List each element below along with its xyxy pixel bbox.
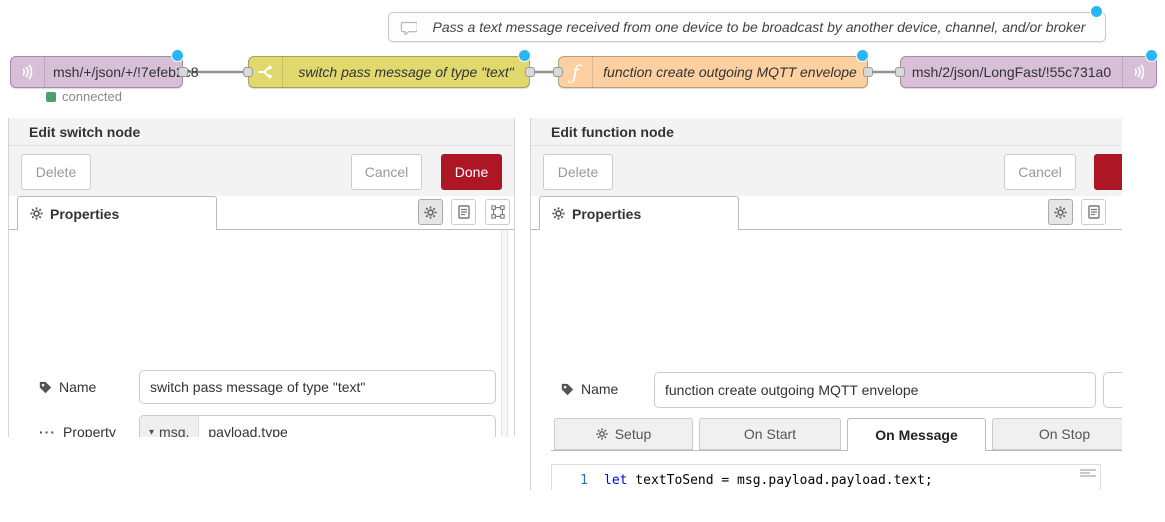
group-frame-icon	[491, 205, 505, 219]
icon-picker-button[interactable]	[1103, 372, 1122, 408]
panel-title: Edit function node	[531, 118, 1122, 146]
property-type-select[interactable]: ▾ msg.	[140, 416, 199, 437]
cancel-button[interactable]: Cancel	[351, 154, 422, 190]
gear-icon	[552, 207, 565, 220]
property-field-label: ··· Property	[39, 415, 116, 437]
name-input[interactable]	[654, 372, 1096, 408]
node-red-editor: Pass a text message received from one de…	[0, 0, 1165, 522]
line-number: 1	[552, 471, 604, 490]
settings-button[interactable]	[418, 199, 443, 225]
function-icon: ƒ	[559, 57, 593, 87]
output-port[interactable]	[863, 67, 873, 77]
modified-indicator	[1090, 5, 1103, 18]
input-port[interactable]	[553, 67, 563, 77]
modified-indicator	[171, 49, 184, 62]
cancel-button[interactable]: Cancel	[1004, 154, 1076, 190]
code-lines: 1let textToSend = msg.payload.payload.te…	[552, 471, 1100, 490]
edit-function-node-panel: Edit function node Delete Cancel Propert…	[530, 118, 1122, 490]
document-icon	[1088, 205, 1100, 219]
mqtt-in-node-status: connected	[46, 89, 122, 104]
gear-icon	[596, 428, 608, 440]
function-form: Name Setup On Start	[531, 230, 1122, 490]
delete-button[interactable]: Delete	[543, 154, 613, 190]
status-text: connected	[62, 89, 122, 104]
panel-toolbar: Delete Cancel Done	[9, 146, 514, 196]
status-dot	[46, 92, 56, 102]
property-value[interactable]: payload.type	[199, 424, 296, 437]
function-tab-row: Setup On Start On Message On Stop	[531, 418, 1122, 451]
appearance-button[interactable]	[485, 199, 510, 225]
output-port[interactable]	[178, 67, 188, 77]
comment-node-label: Pass a text message received from one de…	[427, 19, 1105, 35]
mqtt-in-node[interactable]: msh/+/json/+/!7efeb2c8	[10, 56, 183, 88]
function-node[interactable]: ƒ function create outgoing MQTT envelope	[558, 56, 868, 88]
mqtt-out-node[interactable]: msh/2/json/LongFast/!55c731a0	[900, 56, 1157, 88]
switch-fork-icon	[249, 57, 283, 87]
tab-on-start[interactable]: On Start	[699, 418, 841, 450]
switch-node[interactable]: switch pass message of type "text"	[248, 56, 530, 88]
settings-button[interactable]	[1048, 199, 1073, 225]
minimap	[1080, 469, 1096, 483]
description-button[interactable]	[1081, 199, 1106, 225]
modified-indicator	[1145, 49, 1158, 62]
property-typed-input[interactable]: ▾ msg. payload.type	[139, 415, 496, 437]
modified-indicator	[856, 49, 869, 62]
gear-icon	[1054, 206, 1067, 219]
gear-icon	[30, 207, 43, 220]
tag-icon	[561, 383, 574, 396]
tab-on-stop[interactable]: On Stop	[992, 418, 1122, 450]
flow-canvas[interactable]: Pass a text message received from one de…	[0, 0, 1165, 112]
mqtt-out-node-label: msh/2/json/LongFast/!55c731a0	[901, 64, 1122, 80]
delete-button[interactable]: Delete	[21, 154, 91, 190]
tab-properties-label: Properties	[572, 206, 641, 222]
function-node-label: function create outgoing MQTT envelope	[593, 64, 867, 80]
name-field-label: Name	[39, 370, 96, 404]
tab-baseline	[551, 450, 1122, 451]
gear-icon	[424, 206, 437, 219]
input-port[interactable]	[243, 67, 253, 77]
panel-title: Edit switch node	[9, 118, 514, 146]
modified-indicator	[518, 49, 531, 62]
tab-properties[interactable]: Properties	[539, 196, 739, 230]
tab-properties-label: Properties	[50, 206, 119, 222]
chevron-down-icon: ▾	[149, 427, 154, 438]
tab-properties[interactable]: Properties	[17, 196, 217, 230]
description-button[interactable]	[451, 199, 476, 225]
name-field-label: Name	[561, 372, 618, 406]
code-line[interactable]: 1let textToSend = msg.payload.payload.te…	[552, 471, 1100, 490]
tab-on-message[interactable]: On Message	[847, 418, 986, 451]
document-icon	[458, 205, 470, 219]
edit-switch-node-panel: Edit switch node Delete Cancel Done Prop…	[8, 118, 515, 437]
tab-setup[interactable]: Setup	[554, 418, 693, 450]
name-input[interactable]	[139, 370, 496, 404]
tag-icon	[39, 381, 52, 394]
vertical-scrollbar[interactable]	[501, 230, 508, 437]
code-editor[interactable]: 1let textToSend = msg.payload.payload.te…	[551, 464, 1101, 490]
done-button[interactable]	[1094, 154, 1122, 190]
broadcast-icon	[11, 57, 45, 87]
output-port[interactable]	[525, 67, 535, 77]
comment-node[interactable]: Pass a text message received from one de…	[388, 12, 1106, 42]
comment-bubble-icon	[389, 20, 427, 35]
panel-tabs: Properties	[9, 196, 514, 230]
input-port[interactable]	[895, 67, 905, 77]
ellipsis-icon: ···	[39, 424, 56, 437]
panel-toolbar: Delete Cancel	[531, 146, 1122, 196]
switch-node-label: switch pass message of type "text"	[283, 64, 529, 80]
switch-form: Name ··· Property ▾ msg. payload.type ≡ …	[9, 230, 514, 437]
done-button[interactable]: Done	[441, 154, 502, 190]
panel-tabs: Properties	[531, 196, 1122, 230]
